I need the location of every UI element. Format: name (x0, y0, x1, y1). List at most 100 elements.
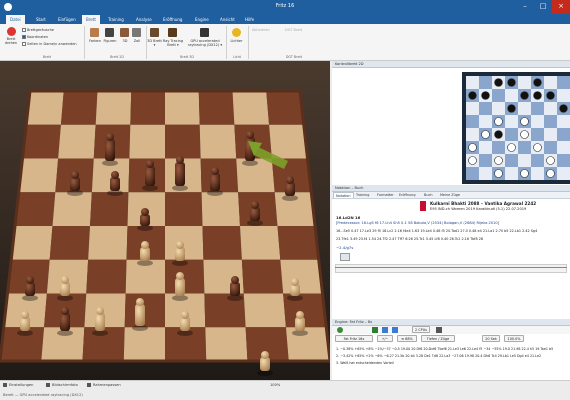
board-square[interactable] (205, 327, 248, 361)
board2d-square[interactable] (518, 76, 531, 89)
engine-depth-button[interactable]: Tiefen / Züge (421, 335, 455, 342)
white-piece[interactable] (520, 130, 529, 139)
white-piece[interactable] (546, 156, 555, 165)
board-square[interactable] (198, 91, 235, 125)
board2d-square[interactable] (466, 102, 479, 115)
tab-buch[interactable]: Buch (422, 192, 435, 198)
3d-icon[interactable] (120, 28, 129, 37)
tab-hilfe[interactable]: Hilfe (241, 15, 258, 24)
board2d-square[interactable] (479, 115, 492, 128)
board2d-square[interactable] (466, 115, 479, 128)
maximize-button[interactable]: □ (534, 0, 552, 14)
white-piece[interactable] (507, 143, 516, 152)
dgt-board-button[interactable]: DGT Brett (285, 28, 302, 32)
notation-line-3[interactable]: 16...Se5 0.47 17.Le3 29 f5 18.Lc2 2.16 f… (336, 229, 537, 233)
board-square[interactable] (49, 226, 90, 260)
settings-icon[interactable] (3, 383, 7, 387)
white-piece[interactable] (468, 143, 477, 152)
board2d-square[interactable] (466, 76, 479, 89)
black-piece[interactable] (520, 91, 529, 100)
board2d-square[interactable] (505, 89, 518, 102)
board-square[interactable] (240, 226, 281, 260)
engine-zoom-icon[interactable] (392, 327, 398, 333)
board2d-square[interactable] (531, 102, 544, 115)
engine-search-icon[interactable] (382, 327, 388, 333)
checkbox-brettgeraeusche[interactable] (22, 28, 26, 32)
black-piece[interactable] (559, 104, 568, 113)
rotate-icon[interactable] (87, 383, 91, 387)
black-piece[interactable] (546, 91, 555, 100)
board-square[interactable] (266, 91, 304, 125)
tab-training[interactable]: Training (104, 15, 128, 24)
activate-label[interactable]: Aktivieren (252, 28, 270, 32)
board-square[interactable] (277, 226, 319, 260)
white-piece[interactable] (494, 117, 503, 126)
board2d-square[interactable] (557, 128, 570, 141)
board-square[interactable] (26, 91, 64, 125)
engine-eval-button[interactable]: +/− (377, 335, 393, 342)
tab-formatter[interactable]: Formatter (375, 192, 396, 198)
board2d-square[interactable] (544, 115, 557, 128)
engine-percent-button[interactable]: ≡ 68% (397, 335, 417, 342)
board2d-square[interactable] (518, 102, 531, 115)
board2d-square[interactable] (557, 115, 570, 128)
board-square[interactable] (129, 124, 165, 159)
board2d-square[interactable] (531, 128, 544, 141)
board-square[interactable] (130, 91, 165, 125)
light-icon[interactable] (232, 28, 241, 37)
board2d-square[interactable] (557, 89, 570, 102)
board2d-square[interactable] (466, 128, 479, 141)
tab-start[interactable]: Start (32, 15, 50, 24)
notation-eval[interactable]: −2.4/g7s (336, 245, 353, 250)
board2d-square[interactable] (505, 128, 518, 141)
board2d-square[interactable] (557, 76, 570, 89)
board-square[interactable] (199, 124, 237, 159)
engine-time-button[interactable]: 20 Sek (482, 335, 500, 342)
board-square[interactable] (86, 259, 127, 294)
zoll-icon[interactable] (132, 28, 141, 37)
board-square[interactable] (201, 192, 240, 226)
board-3d-svg[interactable] (0, 61, 330, 380)
board-square[interactable] (58, 124, 96, 159)
board-square[interactable] (90, 192, 129, 226)
tab-eroeffnung[interactable]: Eröffnung (397, 192, 417, 198)
white-piece[interactable] (481, 130, 490, 139)
rotate-board-icon[interactable] (7, 27, 16, 36)
board-square[interactable] (11, 226, 53, 260)
checkbox-seiten[interactable] (22, 42, 26, 46)
board2d-square[interactable] (557, 141, 570, 154)
tab-brett[interactable]: Brett (82, 15, 100, 24)
board2d-square[interactable] (518, 154, 531, 167)
board2d-square[interactable] (479, 102, 492, 115)
raytracing-icon[interactable] (168, 28, 177, 37)
notation-line-4[interactable]: 23.Tfe1 3.49 23.f4 1.54 24.Tf2 2.47 Tff7… (336, 237, 483, 241)
board-square[interactable] (88, 226, 128, 260)
board-square[interactable] (165, 124, 201, 159)
board2d-square[interactable] (479, 154, 492, 167)
status-settings[interactable]: Einstellungen (9, 383, 33, 387)
tab-einfuegen[interactable]: Einfügen (54, 15, 80, 24)
engine-line-3[interactable]: 3. Weiß hat entscheidenden Vorteil (336, 361, 394, 365)
colors-icon[interactable] (90, 28, 99, 37)
board2d-square[interactable] (505, 154, 518, 167)
board-square[interactable] (52, 192, 92, 226)
engine-name-button[interactable]: Fat Fritz 16x (335, 335, 373, 342)
board-square[interactable] (18, 158, 59, 193)
engine-load-button[interactable]: 100.0% (504, 335, 524, 342)
board2d-square[interactable] (544, 76, 557, 89)
board2d-square[interactable] (531, 167, 544, 180)
board2d-square[interactable] (557, 154, 570, 167)
move-slider[interactable] (335, 264, 567, 273)
board2d-square[interactable] (505, 115, 518, 128)
white-piece[interactable] (533, 143, 542, 152)
status-screenshot[interactable]: Bildschirmfoto (52, 383, 78, 387)
board2d-square[interactable] (518, 141, 531, 154)
board2d-square[interactable] (492, 89, 505, 102)
close-button[interactable]: × (552, 0, 570, 14)
tab-notation[interactable]: Notation (333, 192, 354, 198)
board-square[interactable] (269, 124, 308, 159)
engine-running-icon[interactable] (337, 327, 343, 333)
board-square[interactable] (165, 192, 203, 226)
board-square[interactable] (22, 124, 61, 159)
board2d-square[interactable] (479, 167, 492, 180)
